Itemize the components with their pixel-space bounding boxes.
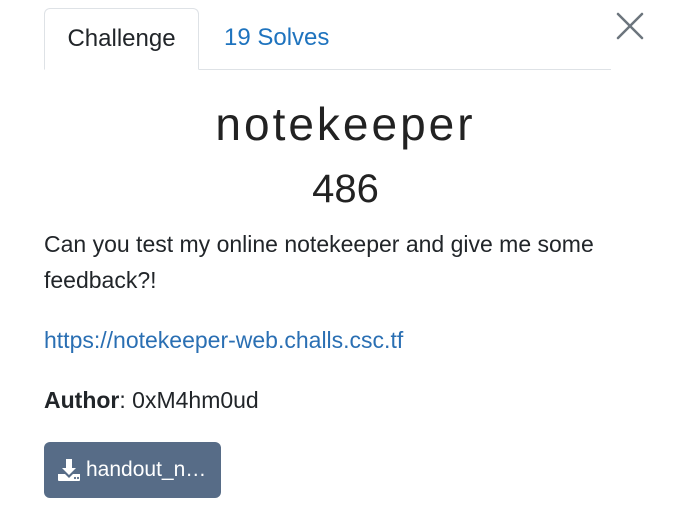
tab-challenge[interactable]: Challenge [44,8,199,70]
author-name: 0xM4hm0ud [132,387,259,413]
challenge-title: notekeeper [215,98,476,150]
download-icon [58,459,80,481]
author-separator: : [119,387,133,413]
author-label: Author [44,387,120,413]
challenge-description: Can you test my online notekeeper and gi… [44,231,594,293]
challenge-author: Author: 0xM4hm0ud [44,382,259,418]
close-icon[interactable] [614,10,646,42]
challenge-url-link[interactable]: https://notekeeper-web.challs.csc.tf [44,322,403,358]
tab-solves[interactable]: 19 Solves [212,8,332,70]
challenge-tabs: Challenge 19 Solves [44,8,611,70]
challenge-points: 486 [312,167,379,211]
challenge-modal: Challenge 19 Solves notekeeper 486 Can y… [44,0,611,514]
download-label: handout_notekeeper.zip [86,458,214,481]
download-handout-button[interactable]: handout_notekeeper.zip [44,442,221,498]
